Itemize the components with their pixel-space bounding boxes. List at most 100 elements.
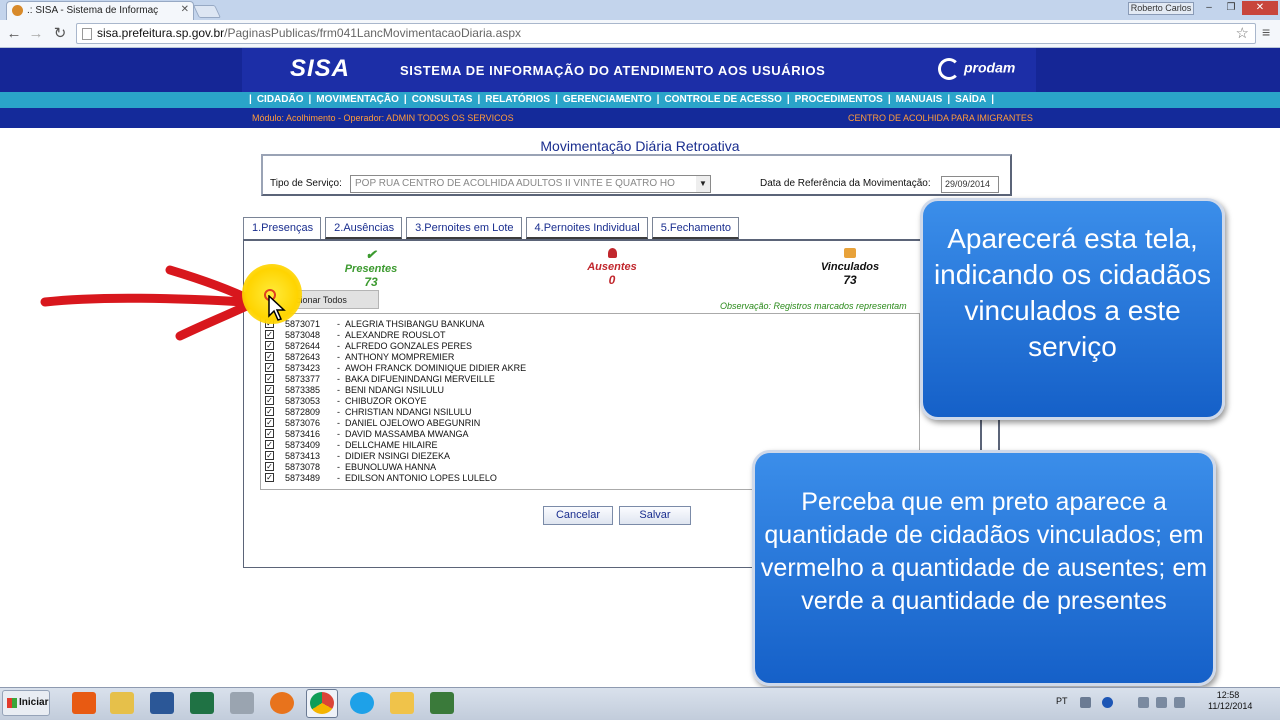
checkbox-checked[interactable]: ✓ bbox=[265, 374, 274, 383]
language-indicator[interactable]: PT bbox=[1056, 696, 1068, 706]
presentes-stat: ✔ Presentes 73 bbox=[336, 247, 406, 289]
tab-presencas[interactable]: 1.Presenças bbox=[243, 217, 322, 239]
menu-item-controle-acesso[interactable]: | CONTROLE DE ACESSO bbox=[652, 94, 782, 105]
checkbox-checked[interactable]: ✓ bbox=[265, 473, 274, 482]
menu-item-saida[interactable]: | SAÍDA | bbox=[942, 94, 999, 105]
vinculados-label: Vinculados bbox=[820, 261, 880, 273]
menu-item-cidadao[interactable]: | CIDADÃO bbox=[244, 94, 303, 105]
list-item[interactable]: ✓ 5872809 - CHRISTIAN NDANGI NSILULU bbox=[265, 406, 472, 417]
word-icon[interactable] bbox=[150, 692, 174, 714]
browser-menu-icon[interactable]: ≡ bbox=[1262, 24, 1276, 40]
person-absent-icon bbox=[607, 248, 617, 258]
close-window-icon[interactable]: ✕ bbox=[1242, 1, 1278, 15]
tab-fechamento[interactable]: 5.Fechamento bbox=[651, 217, 740, 239]
start-button[interactable]: Iniciar bbox=[2, 690, 50, 716]
separator: - bbox=[337, 384, 345, 395]
cancel-button[interactable]: Cancelar bbox=[543, 506, 613, 525]
sisa-logo: SISA bbox=[290, 55, 351, 82]
citizen-id: 5873377 bbox=[285, 373, 321, 384]
list-item[interactable]: ✓ 5873048- ALEXANDRE ROUSLOT bbox=[265, 329, 446, 340]
app-icon[interactable] bbox=[430, 692, 454, 714]
list-item[interactable]: ✓ 5873423 - AWOH FRANCK DOMINIQUE DIDIER A… bbox=[265, 362, 526, 373]
checkbox-checked[interactable]: ✓ bbox=[265, 462, 274, 471]
menu-item-manuais[interactable]: | MANUAIS bbox=[883, 94, 942, 105]
menu-item-gerenciamento[interactable]: | GERENCIAMENTO bbox=[550, 94, 652, 105]
checkbox-checked[interactable]: ✓ bbox=[265, 440, 274, 449]
forward-arrow-icon[interactable]: → bbox=[26, 24, 46, 44]
volume-icon[interactable] bbox=[1174, 697, 1185, 708]
back-arrow-icon[interactable]: ← bbox=[4, 24, 24, 44]
menu-item-procedimentos[interactable]: | PROCEDIMENTOS bbox=[782, 94, 883, 105]
checkbox-checked[interactable]: ✓ bbox=[265, 341, 274, 350]
calculator-icon[interactable] bbox=[230, 692, 254, 714]
service-type-select[interactable]: POP RUA CENTRO DE ACOLHIDA ADULTOS II VI… bbox=[350, 175, 711, 193]
prodam-swirl-icon bbox=[938, 58, 960, 80]
list-item[interactable]: ✓5873071- ALEGRIA THSIBANGU BANKUNA bbox=[265, 318, 484, 329]
list-item[interactable]: ✓ 5872644 - ALFREDO GONZALES PERES bbox=[265, 340, 472, 351]
list-item[interactable]: ✓ 5872643 - ANTHONY MOMPREMIER bbox=[265, 351, 454, 362]
internet-explorer-icon[interactable] bbox=[350, 692, 374, 714]
separator: - bbox=[337, 329, 345, 340]
tray-app-icon[interactable] bbox=[1080, 697, 1091, 708]
save-button[interactable]: Salvar bbox=[619, 506, 691, 525]
tab-close-icon[interactable]: ✕ bbox=[181, 4, 189, 15]
menu-item-label: GERENCIAMENTO bbox=[562, 94, 652, 105]
profile-badge[interactable]: Roberto Carlos bbox=[1128, 2, 1194, 15]
firefox-icon[interactable] bbox=[270, 692, 294, 714]
panel-edge bbox=[980, 420, 1000, 450]
citizen-id: 5873413 bbox=[285, 450, 321, 461]
separator: - bbox=[337, 439, 345, 450]
people-linked-icon bbox=[844, 248, 856, 258]
separator: - bbox=[337, 340, 345, 351]
tab-ausencias[interactable]: 2.Ausências bbox=[325, 217, 403, 239]
citizen-name: EBUNOLUWA HANNA bbox=[345, 461, 437, 472]
browser-tab[interactable]: .: SISA - Sistema de Informaç ✕ bbox=[6, 1, 194, 20]
checkbox-checked[interactable]: ✓ bbox=[265, 385, 274, 394]
list-item[interactable]: ✓ 5873413 - DIDIER NSINGI DIEZEKA bbox=[265, 450, 450, 461]
checkbox-checked[interactable]: ✓ bbox=[265, 429, 274, 438]
menu-item-relatorios[interactable]: | RELATÓRIOS bbox=[472, 94, 550, 105]
media-player-icon[interactable] bbox=[72, 692, 96, 714]
clock-time: 12:58 bbox=[1216, 690, 1240, 700]
menu-item-movimentacao[interactable]: | MOVIMENTAÇÃO bbox=[303, 94, 398, 105]
list-item[interactable]: ✓ 5873053 - CHIBUZOR OKOYE bbox=[265, 395, 427, 406]
ausentes-label: Ausentes bbox=[587, 261, 637, 273]
reload-icon[interactable]: ↻ bbox=[50, 24, 70, 44]
clock[interactable]: 12:58 11/12/2014 bbox=[1208, 690, 1253, 712]
list-item[interactable]: ✓ 5873078 - EBUNOLUWA HANNA bbox=[265, 461, 436, 472]
list-item[interactable]: ✓ 5873076 - DANIEL OJELOWO ABEGUNRIN bbox=[265, 417, 480, 428]
mail-icon[interactable] bbox=[390, 692, 414, 714]
new-tab-button[interactable] bbox=[192, 5, 222, 18]
citizen-id: 5873423 bbox=[285, 362, 321, 373]
checkbox-checked[interactable]: ✓ bbox=[265, 363, 274, 372]
checkbox-checked[interactable]: ✓ bbox=[265, 396, 274, 405]
citizen-name: DIDIER NSINGI DIEZEKA bbox=[345, 450, 451, 461]
restore-icon[interactable]: ❐ bbox=[1220, 1, 1242, 15]
clock-date: 11/12/2014 bbox=[1208, 701, 1253, 711]
bookmark-star-icon[interactable]: ☆ bbox=[1236, 24, 1249, 43]
list-item[interactable]: ✓ 5873409 - DELLCHAME HILAIRE bbox=[265, 439, 438, 450]
url-input[interactable]: sisa.prefeitura.sp.gov.br/PaginasPublica… bbox=[76, 23, 1256, 44]
checkbox-checked[interactable]: ✓ bbox=[265, 418, 274, 427]
list-item[interactable]: ✓ 5873377 - BAKA DIFUENINDANGI MERVEILLE bbox=[265, 373, 495, 384]
checkbox-checked[interactable]: ✓ bbox=[265, 352, 274, 361]
list-item[interactable]: ✓ 5873489 - EDILSON ANTONIO LOPES LULELO bbox=[265, 472, 497, 483]
list-item[interactable]: ✓ 5873385 - BENI NDANGI NSILULU bbox=[265, 384, 444, 395]
tab-pernoites-individual[interactable]: 4.Pernoites Individual bbox=[525, 217, 648, 239]
minimize-icon[interactable]: – bbox=[1198, 1, 1220, 15]
menu-item-consultas[interactable]: | CONSULTAS bbox=[399, 94, 473, 105]
citizen-name: EDILSON ANTONIO LOPES LULELO bbox=[345, 472, 497, 483]
excel-icon[interactable] bbox=[190, 692, 214, 714]
help-icon[interactable] bbox=[1102, 697, 1113, 708]
reference-date-input[interactable]: 29/09/2014 bbox=[941, 176, 999, 193]
tab-pernoites-lote[interactable]: 3.Pernoites em Lote bbox=[406, 217, 522, 239]
list-item[interactable]: ✓ 5873416 - DAVID MASSAMBA MWANGA bbox=[265, 428, 469, 439]
chrome-icon[interactable] bbox=[310, 692, 334, 714]
flag-icon[interactable] bbox=[1138, 697, 1149, 708]
checkbox-checked[interactable]: ✓ bbox=[265, 407, 274, 416]
folder-icon[interactable] bbox=[110, 692, 134, 714]
separator: - bbox=[337, 362, 345, 373]
network-icon[interactable] bbox=[1156, 697, 1167, 708]
chevron-down-icon[interactable]: ▼ bbox=[696, 176, 710, 192]
checkbox-checked[interactable]: ✓ bbox=[265, 451, 274, 460]
